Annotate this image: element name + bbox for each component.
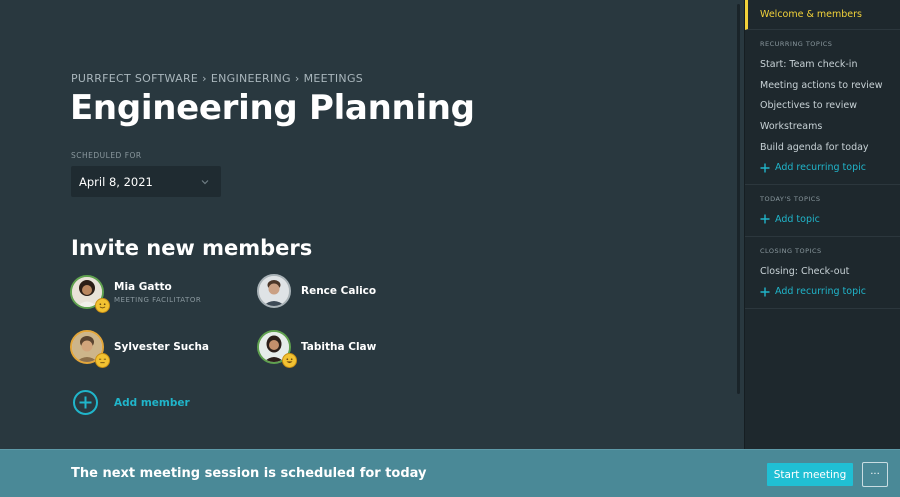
member-rence-calico[interactable]: Rence Calico [257, 274, 376, 308]
breadcrumb: PURRFECT SOFTWARE › ENGINEERING › MEETIN… [71, 72, 363, 85]
sidebar-item-team-check-in[interactable]: Start: Team check-in [745, 54, 900, 75]
avatar-image [257, 274, 291, 308]
sidebar-item-objectives[interactable]: Objectives to review [745, 95, 900, 116]
emoji-icon [95, 298, 110, 313]
next-session-message: The next meeting session is scheduled fo… [71, 466, 427, 481]
breadcrumb-separator: › [202, 72, 207, 85]
sidebar-item-welcome[interactable]: Welcome & members [745, 0, 900, 30]
more-options-button[interactable]: ··· [862, 462, 888, 487]
member-sylvester-sucha[interactable]: Sylvester Sucha [70, 330, 210, 368]
breadcrumb-team[interactable]: ENGINEERING [211, 72, 291, 85]
main-scrollbar[interactable] [737, 4, 740, 394]
member-name: Sylvester Sucha [114, 341, 210, 353]
start-meeting-button[interactable]: Start meeting [767, 463, 853, 486]
date-select-value: April 8, 2021 [79, 174, 153, 189]
plus-icon [760, 214, 770, 224]
sidebar-item-meeting-actions[interactable]: Meeting actions to review [745, 75, 900, 96]
emoji-icon [282, 353, 297, 368]
main-panel: PURRFECT SOFTWARE › ENGINEERING › MEETIN… [0, 0, 744, 449]
bottom-bar: The next meeting session is scheduled fo… [0, 449, 900, 497]
sidebar-section-recurring: RECURRING TOPICS Start: Team check-in Me… [745, 30, 900, 186]
member-role: MEETING FACILITATOR [114, 295, 202, 304]
plus-circle-icon [73, 390, 98, 415]
breadcrumb-separator: › [294, 72, 300, 85]
sidebar-item-closing-check-out[interactable]: Closing: Check-out [745, 261, 900, 282]
member-name: Mia Gatto [114, 280, 172, 293]
breadcrumb-meetings[interactable]: MEETINGS [304, 72, 364, 85]
scheduled-for-label: SCHEDULED FOR [71, 151, 142, 160]
plus-icon [760, 287, 770, 297]
chevron-down-icon [201, 179, 209, 184]
avatar [70, 275, 110, 313]
sidebar-section-today: TODAY'S TOPICS Add topic [745, 185, 900, 237]
avatar [257, 330, 297, 368]
sidebar-item-workstreams[interactable]: Workstreams [745, 116, 900, 137]
add-topic-button[interactable]: Add topic [745, 209, 900, 230]
date-select[interactable]: April 8, 2021 [71, 166, 221, 197]
add-closing-topic-label: Add recurring topic [775, 286, 866, 298]
breadcrumb-org[interactable]: PURRFECT SOFTWARE [71, 72, 198, 85]
invite-title: Invite new members [71, 236, 313, 260]
agenda-sidebar: Welcome & members RECURRING TOPICS Start… [744, 0, 900, 449]
add-closing-topic-button[interactable]: Add recurring topic [745, 282, 900, 303]
avatar [257, 274, 291, 308]
avatar [70, 330, 110, 368]
member-tabitha-claw[interactable]: Tabitha Claw [257, 330, 377, 368]
emoji-icon [95, 353, 110, 368]
sidebar-item-build-agenda[interactable]: Build agenda for today [745, 137, 900, 158]
page-title: Engineering Planning [70, 88, 475, 128]
add-recurring-topic-label: Add recurring topic [775, 162, 866, 174]
sidebar-section-heading: RECURRING TOPICS [760, 40, 833, 48]
sidebar-section-closing: CLOSING TOPICS Closing: Check-out Add re… [745, 237, 900, 310]
sidebar-section-heading: TODAY'S TOPICS [760, 195, 821, 204]
plus-icon [760, 163, 770, 173]
add-member-button[interactable]: Add member [72, 389, 190, 416]
sidebar-section-heading: CLOSING TOPICS [760, 246, 822, 255]
member-name: Tabitha Claw [301, 341, 377, 353]
member-name: Rence Calico [301, 285, 377, 297]
add-member-label: Add member [114, 396, 190, 409]
add-recurring-topic-button[interactable]: Add recurring topic [745, 157, 900, 178]
member-mia-gatto[interactable]: Mia Gatto MEETING FACILITATOR [70, 275, 202, 313]
add-topic-label: Add topic [775, 213, 820, 225]
